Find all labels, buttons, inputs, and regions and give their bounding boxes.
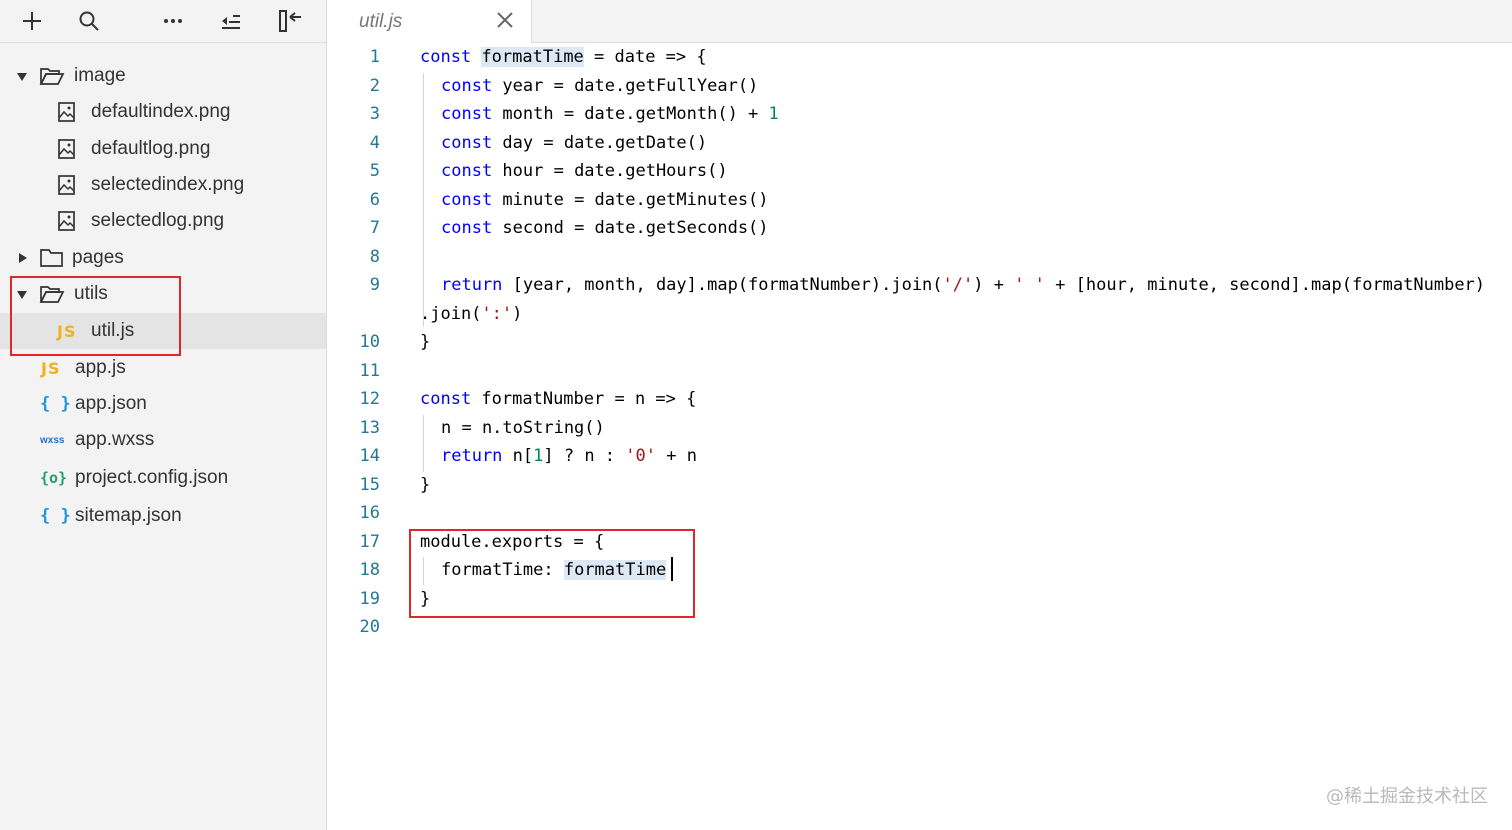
tree-file-sitemap[interactable]: { } sitemap.json	[0, 498, 326, 534]
tree-file-label: util.js	[91, 320, 135, 341]
tree-folder-label: utils	[74, 283, 108, 304]
code-line-2: const year = date.getFullYear()	[441, 76, 759, 96]
tree-file-selectedindex[interactable]: selectedindex.png	[0, 167, 326, 203]
tree-file-app-js[interactable]: JS app.js	[0, 350, 326, 386]
line-number: 2	[369, 76, 380, 96]
tree-folder-label: pages	[72, 247, 124, 268]
line-number: 1	[369, 47, 380, 67]
file-explorer-sidebar: image defaultindex.png defaultlog.png se…	[0, 0, 327, 830]
code-line-19: }	[420, 589, 431, 609]
folder-icon	[40, 249, 63, 267]
line-number: 9	[369, 275, 380, 295]
watermark: @稀土掘金技术社区	[1326, 786, 1488, 807]
json-file-icon: { }	[40, 394, 71, 414]
code-line-10: }	[420, 332, 431, 352]
tree-file-label: sitemap.json	[75, 505, 182, 526]
text-cursor	[671, 557, 673, 581]
folder-open-icon	[39, 286, 65, 303]
search-icon[interactable]	[73, 4, 105, 38]
tree-file-label: project.config.json	[75, 467, 229, 488]
line-number: 20	[359, 617, 380, 637]
tree-folder-pages[interactable]: pages	[0, 240, 326, 276]
collapse-outline-icon[interactable]	[215, 4, 247, 38]
folder-open-icon	[39, 68, 65, 85]
line-number: 8	[369, 247, 380, 267]
tree-file-label: defaultindex.png	[91, 101, 231, 122]
config-file-icon: {o}	[40, 469, 68, 487]
code-line-13: n = n.toString()	[441, 418, 605, 438]
image-file-icon	[58, 175, 75, 195]
tree-file-label: app.json	[75, 393, 147, 414]
indent-guide	[423, 73, 424, 327]
code-line-17: module.exports = {	[420, 532, 605, 552]
line-number: 3	[369, 104, 380, 124]
tree-folder-utils[interactable]: utils	[0, 276, 326, 312]
code-line-7: const second = date.getSeconds()	[441, 218, 769, 238]
code-line-18: formatTime: formatTime	[441, 560, 667, 580]
explorer-toolbar	[0, 0, 326, 43]
code-line-15: }	[420, 475, 431, 495]
editor-tab-bar: util.js	[327, 0, 1512, 43]
line-number: 19	[359, 589, 380, 609]
tree-folder-label: image	[74, 65, 126, 86]
tree-folder-image[interactable]: image	[0, 58, 326, 94]
tree-file-label: defaultlog.png	[91, 138, 211, 159]
line-number: 4	[369, 133, 380, 153]
code-line-1: const formatTime = date => {	[420, 47, 707, 67]
tree-file-app-wxss[interactable]: wxss app.wxss	[0, 422, 326, 458]
line-number: 18	[359, 560, 380, 580]
line-number: 13	[359, 418, 380, 438]
chevron-down-icon	[17, 73, 27, 81]
line-number: 11	[359, 361, 380, 381]
wxss-file-icon: wxss	[40, 435, 65, 446]
line-number: 7	[369, 218, 380, 238]
line-number: 6	[369, 190, 380, 210]
tree-file-app-json[interactable]: { } app.json	[0, 386, 326, 422]
code-line-9: return [year, month, day].map(formatNumb…	[441, 275, 1486, 295]
line-number: 10	[359, 332, 380, 352]
code-editor[interactable]: 1 2 3 4 5 6 7 8 9 10 11 12 13 14 15 16 1…	[327, 43, 1512, 830]
tree-file-project-config[interactable]: {o} project.config.json	[0, 460, 326, 496]
tree-file-label: app.wxss	[75, 429, 155, 450]
chevron-right-icon	[19, 253, 27, 263]
json-file-icon: { }	[40, 506, 71, 526]
line-number: 12	[359, 389, 380, 409]
code-line-6: const minute = date.getMinutes()	[441, 190, 769, 210]
code-line-4: const day = date.getDate()	[441, 133, 708, 153]
indent-guide	[423, 557, 424, 585]
line-number: 15	[359, 475, 380, 495]
js-file-icon: JS	[41, 359, 61, 378]
line-number: 5	[369, 161, 380, 181]
tree-file-label: selectedindex.png	[91, 174, 245, 195]
js-file-icon: JS	[57, 322, 77, 341]
close-icon[interactable]	[493, 8, 517, 32]
code-line-5: const hour = date.getHours()	[441, 161, 728, 181]
tree-file-defaultindex[interactable]: defaultindex.png	[0, 94, 326, 130]
code-line-14: return n[1] ? n : '0' + n	[441, 446, 697, 466]
tree-file-label: app.js	[75, 357, 126, 378]
line-number: 16	[359, 503, 380, 523]
image-file-icon	[58, 102, 75, 122]
code-line-9-wrap: .join(':')	[420, 304, 523, 324]
chevron-down-icon	[17, 291, 27, 299]
collapse-sidebar-icon[interactable]	[275, 4, 307, 38]
image-file-icon	[58, 211, 75, 231]
indent-guide	[423, 415, 424, 472]
tab-title: util.js	[359, 11, 403, 32]
code-line-3: const month = date.getMonth() + 1	[441, 104, 779, 124]
line-number: 17	[359, 532, 380, 552]
tree-file-label: selectedlog.png	[91, 210, 225, 231]
line-number: 14	[359, 446, 380, 466]
tree-file-defaultlog[interactable]: defaultlog.png	[0, 131, 326, 167]
plus-icon[interactable]	[16, 4, 48, 38]
more-icon[interactable]	[157, 4, 189, 38]
tree-file-selectedlog[interactable]: selectedlog.png	[0, 203, 326, 239]
tab-util-js[interactable]: util.js	[327, 0, 532, 43]
image-file-icon	[58, 139, 75, 159]
code-line-12: const formatNumber = n => {	[420, 389, 697, 409]
tree-file-util-js[interactable]: JS util.js	[0, 313, 326, 349]
